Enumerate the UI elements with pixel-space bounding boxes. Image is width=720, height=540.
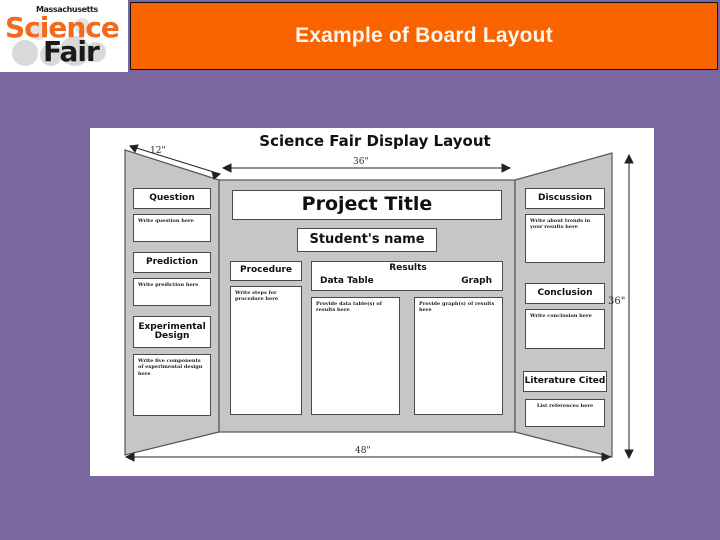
center-panel-project-title: Project Title <box>232 190 502 220</box>
display-layout-diagram: Science Fair Display Layout 12" 36" 36" … <box>90 128 654 476</box>
center-panel-heading-procedure: Procedure <box>230 261 302 281</box>
results-label-data-table: Data Table <box>320 276 374 286</box>
page-title: Example of Board Layout <box>295 24 553 47</box>
slide-canvas: Massachusetts Science Fair Example of Bo… <box>0 0 720 540</box>
logo-fair-text: Fair <box>43 35 100 68</box>
right-panel-body-discussion: Write about trends in your results here <box>525 214 605 263</box>
left-panel-heading-question: Question <box>133 188 211 209</box>
slide-title-bar: Example of Board Layout <box>130 2 718 70</box>
left-panel-body-prediction: Write prediction here <box>133 278 211 306</box>
center-panel-body-procedure: Write steps for procedure here <box>230 286 302 415</box>
left-panel-heading-experimental-design: Experimental Design <box>133 316 211 348</box>
left-panel-body-experimental-design: Write five components of experimental de… <box>133 354 211 416</box>
right-panel-heading-conclusion: Conclusion <box>525 283 605 304</box>
center-panel-results-header: Results Data Table Graph <box>311 261 503 291</box>
right-panel-body-conclusion: Write conclusion here <box>525 309 605 349</box>
header-band: Massachusetts Science Fair Example of Bo… <box>0 0 720 72</box>
right-panel-body-literature-cited: List references here <box>525 399 605 427</box>
dimension-arrow-36in-height <box>624 153 634 460</box>
diagram-title: Science Fair Display Layout <box>259 132 491 150</box>
results-label-graph: Graph <box>461 276 492 286</box>
left-panel-body-question: Write question here <box>133 214 211 242</box>
dimension-label-total-width: 48" <box>355 446 371 456</box>
right-panel-heading-literature-cited: Literature Cited <box>523 371 607 392</box>
dimension-label-wing-depth: 12" <box>150 146 166 156</box>
left-panel-heading-prediction: Prediction <box>133 252 211 273</box>
results-heading: Results <box>389 263 427 273</box>
center-panel-body-graph: Provide graph(s) of results here <box>414 297 503 415</box>
massachusetts-science-fair-logo: Massachusetts Science Fair <box>0 0 128 72</box>
dimension-label-board-height: 36" <box>608 296 626 307</box>
center-panel-body-data-table: Provide data table(s) of results here <box>311 297 400 415</box>
dimension-label-center-width: 36" <box>353 157 369 167</box>
center-panel-student-name: Student's name <box>297 228 437 252</box>
right-panel-heading-discussion: Discussion <box>525 188 605 209</box>
